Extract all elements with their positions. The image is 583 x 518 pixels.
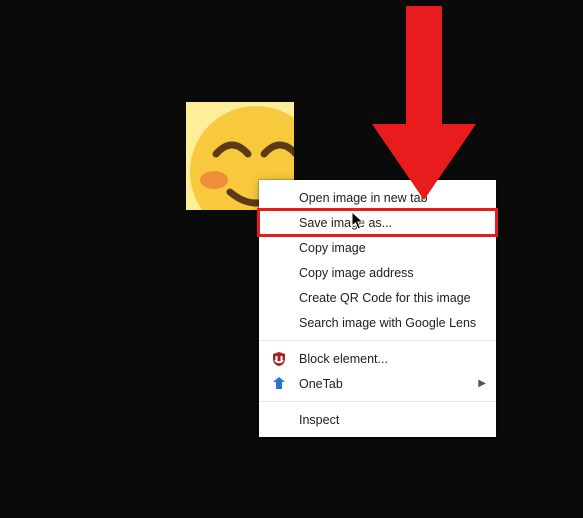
menu-item-label: Copy image (299, 241, 366, 255)
menu-item-label: Block element... (299, 352, 388, 366)
menu-item-create-qr-code[interactable]: Create QR Code for this image (259, 285, 496, 310)
screenshot-stage: Open image in new tab Save image as... C… (0, 0, 583, 518)
menu-item-label: Save image as... (299, 216, 392, 230)
menu-item-copy-image-address[interactable]: Copy image address (259, 260, 496, 285)
menu-item-save-image-as[interactable]: Save image as... (259, 210, 496, 235)
menu-item-label: Inspect (299, 413, 339, 427)
menu-separator (259, 340, 496, 341)
arrow-down-icon (372, 6, 476, 200)
menu-item-search-google-lens[interactable]: Search image with Google Lens (259, 310, 496, 335)
menu-item-inspect[interactable]: Inspect (259, 407, 496, 432)
onetab-icon (271, 376, 287, 392)
ublock-icon (271, 351, 287, 367)
menu-item-block-element[interactable]: Block element... (259, 346, 496, 371)
annotation-arrow (372, 6, 476, 200)
menu-item-onetab[interactable]: OneTab ▶ (259, 371, 496, 396)
menu-item-label: Create QR Code for this image (299, 291, 471, 305)
menu-item-copy-image[interactable]: Copy image (259, 235, 496, 260)
menu-separator (259, 401, 496, 402)
menu-item-label: OneTab (299, 377, 343, 391)
submenu-arrow-icon: ▶ (478, 378, 486, 389)
menu-item-label: Search image with Google Lens (299, 316, 476, 330)
menu-item-label: Copy image address (299, 266, 414, 280)
mouse-cursor-icon (351, 211, 365, 231)
context-menu: Open image in new tab Save image as... C… (259, 180, 496, 437)
